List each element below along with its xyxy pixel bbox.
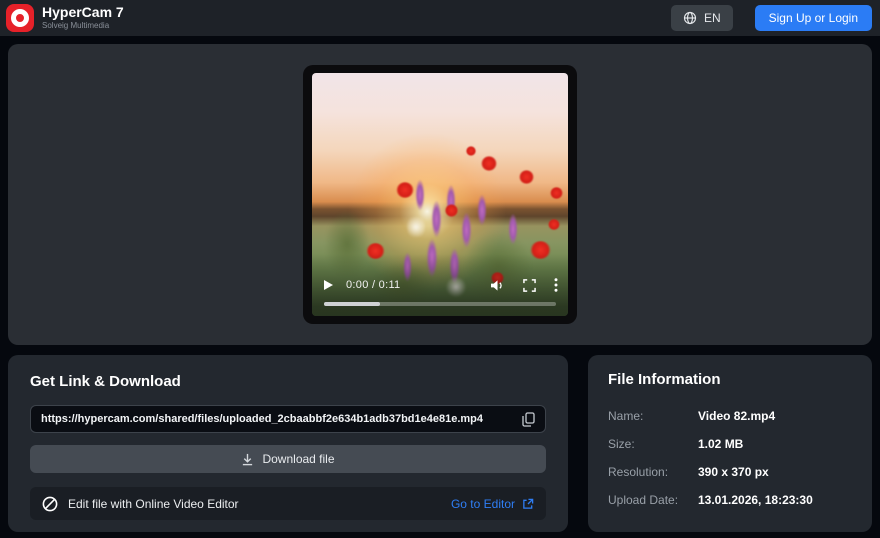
go-to-editor-label: Go to Editor — [450, 496, 515, 511]
player-controls: 0:00 / 0:11 — [322, 274, 558, 296]
external-link-icon — [522, 498, 534, 510]
file-info-row-size: Size: 1.02 MB — [608, 430, 852, 458]
record-ring-icon — [11, 9, 29, 27]
file-info-row-resolution: Resolution: 390 x 370 px — [608, 458, 852, 486]
file-upload-date-value: 13.01.2026, 18:23:30 — [698, 493, 813, 507]
file-upload-date-label: Upload Date: — [608, 493, 679, 507]
video-player[interactable]: 0:00 / 0:11 — [303, 65, 577, 324]
file-size-label: Size: — [608, 437, 635, 451]
app-title-block: HyperCam 7 Solveig Multimedia — [42, 5, 124, 30]
bottom-section: Get Link & Download https://hypercam.com… — [8, 355, 872, 532]
edit-file-row: Edit file with Online Video Editor Go to… — [30, 487, 546, 520]
fullscreen-icon[interactable] — [523, 278, 536, 292]
edit-file-label: Edit file with Online Video Editor — [68, 496, 239, 511]
get-link-title: Get Link & Download — [30, 373, 181, 390]
app-subtitle: Solveig Multimedia — [42, 20, 110, 30]
file-size-value: 1.02 MB — [698, 437, 744, 451]
kebab-menu-icon[interactable] — [554, 278, 558, 292]
time-display: 0:00 / 0:11 — [346, 279, 401, 291]
globe-icon — [683, 11, 697, 25]
file-name-label: Name: — [608, 409, 644, 423]
file-resolution-label: Resolution: — [608, 465, 669, 479]
language-button[interactable]: EN — [670, 5, 733, 31]
app-header: HyperCam 7 Solveig Multimedia EN Sign Up… — [0, 0, 880, 36]
editor-logo-icon — [42, 496, 58, 512]
share-url-field[interactable]: https://hypercam.com/shared/files/upload… — [30, 405, 546, 433]
file-info-row-upload-date: Upload Date: 13.01.2026, 18:23:30 — [608, 486, 852, 514]
language-label: EN — [703, 11, 721, 25]
download-arrow-icon — [241, 453, 254, 466]
signup-login-button[interactable]: Sign Up or Login — [754, 5, 872, 31]
share-url-text[interactable]: https://hypercam.com/shared/files/upload… — [41, 413, 520, 425]
copy-icon[interactable] — [520, 410, 537, 429]
file-info-panel: File Information Name: Video 82.mp4 Size… — [588, 355, 872, 532]
video-frame: 0:00 / 0:11 — [312, 73, 568, 316]
download-file-button[interactable]: Download file — [30, 445, 546, 473]
file-info-title: File Information — [608, 371, 721, 388]
app-title: HyperCam 7 — [42, 4, 124, 21]
play-icon[interactable] — [322, 279, 334, 291]
file-name-value: Video 82.mp4 — [698, 409, 776, 423]
file-info-row-name: Name: Video 82.mp4 — [608, 402, 852, 430]
video-section: 0:00 / 0:11 — [8, 44, 872, 345]
file-resolution-value: 390 x 370 px — [698, 465, 769, 479]
file-info-rows: Name: Video 82.mp4 Size: 1.02 MB Resolut… — [608, 402, 852, 514]
progress-bar[interactable] — [324, 302, 556, 306]
progress-fill — [324, 302, 380, 306]
volume-icon[interactable] — [490, 279, 505, 292]
download-file-label: Download file — [262, 452, 335, 466]
go-to-editor-link[interactable]: Go to Editor — [451, 497, 534, 511]
app-logo — [6, 4, 34, 32]
get-link-panel: Get Link & Download https://hypercam.com… — [8, 355, 568, 532]
